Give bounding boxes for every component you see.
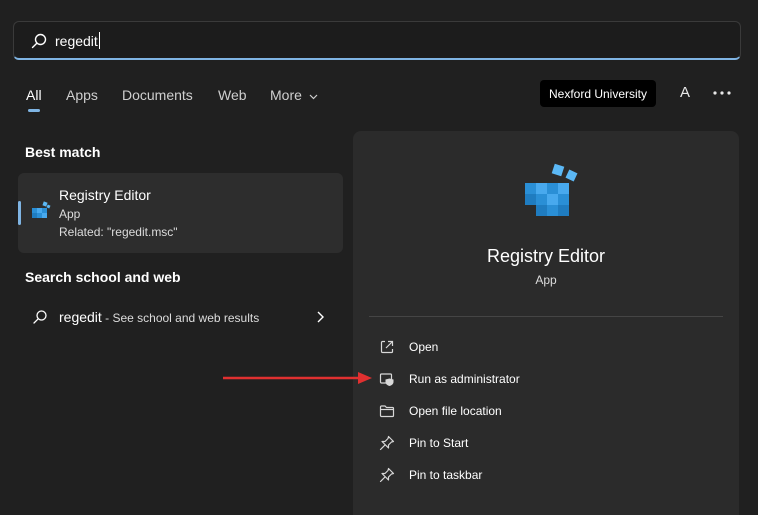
avatar[interactable]: A	[674, 84, 696, 106]
tab-documents[interactable]: Documents	[122, 87, 193, 103]
tab-more-label: More	[270, 87, 302, 103]
registry-editor-icon	[525, 163, 578, 216]
search-icon	[33, 310, 47, 324]
tab-all[interactable]: All	[26, 87, 42, 103]
open-icon	[380, 340, 394, 354]
organization-account-badge[interactable]: Nexford University	[540, 80, 656, 107]
web-search-text: regedit - See school and web results	[59, 309, 259, 325]
search-box[interactable]: regedit	[13, 21, 741, 60]
chevron-right-icon	[317, 311, 324, 323]
detail-app-name: Registry Editor	[486, 246, 606, 266]
web-search-suffix: - See school and web results	[101, 311, 260, 325]
web-search-heading: Search school and web	[25, 269, 181, 285]
tab-active-indicator	[28, 109, 40, 112]
action-label: Pin to taskbar	[409, 468, 483, 482]
action-open-file-location[interactable]: Open file location	[369, 397, 723, 425]
action-label: Open	[409, 340, 439, 354]
best-match-name: Registry Editor	[59, 187, 151, 203]
web-search-query: regedit	[59, 309, 102, 325]
folder-icon	[379, 405, 395, 418]
text-caret	[98, 32, 100, 49]
action-open[interactable]: Open	[369, 333, 723, 361]
pin-icon	[379, 467, 395, 483]
best-match-result[interactable]: Registry Editor App Related: "regedit.ms…	[18, 173, 343, 253]
action-pin-to-taskbar[interactable]: Pin to taskbar	[369, 461, 723, 489]
annotation-arrow	[223, 372, 372, 384]
registry-editor-icon	[32, 201, 51, 218]
search-query-text: regedit	[55, 33, 98, 49]
more-options-icon[interactable]	[710, 83, 734, 103]
detail-app-type: App	[535, 273, 557, 287]
web-search-result[interactable]: regedit - See school and web results	[18, 300, 343, 334]
best-match-related: Related: "regedit.msc"	[59, 225, 178, 239]
start-search-window: regedit All Apps Documents Web More Nexf…	[0, 0, 758, 515]
pin-icon	[379, 435, 395, 451]
action-run-as-administrator[interactable]: Run as administrator	[369, 365, 723, 393]
tab-apps[interactable]: Apps	[66, 87, 98, 103]
action-label: Open file location	[409, 404, 502, 418]
action-label: Pin to Start	[409, 436, 469, 450]
detail-panel: Registry Editor App Open Run as administ…	[353, 131, 739, 515]
shield-icon	[379, 373, 394, 386]
tab-web[interactable]: Web	[218, 87, 247, 103]
best-match-type: App	[59, 207, 81, 221]
search-input[interactable]: regedit	[55, 32, 100, 49]
best-match-heading: Best match	[25, 144, 101, 160]
tab-more[interactable]: More	[270, 87, 318, 103]
action-pin-to-start[interactable]: Pin to Start	[369, 429, 723, 457]
chevron-down-icon	[309, 94, 318, 100]
divider	[369, 316, 723, 317]
selection-indicator	[18, 201, 21, 225]
search-icon	[31, 33, 47, 49]
action-label: Run as administrator	[409, 372, 520, 386]
